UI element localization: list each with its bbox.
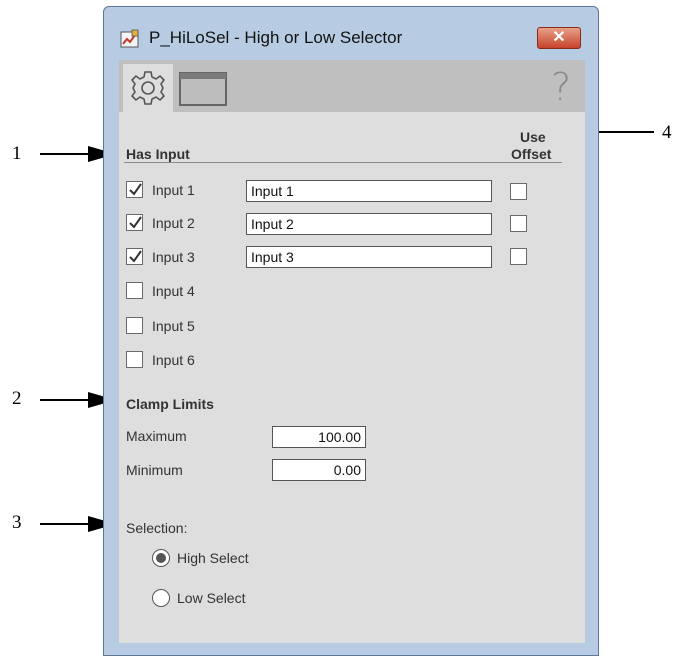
callout-1: 1 [12,143,22,164]
input-3-label: Input 3 [152,249,195,265]
input-5-label: Input 5 [152,318,195,334]
faceplate-window: P_HiLoSel - High or Low Selector ✕ ? Has… [103,6,599,656]
use-offset-3-checkbox[interactable] [510,248,527,265]
checkmark-icon [129,216,142,229]
callout-3-line [40,523,95,525]
gear-icon [130,71,166,105]
checkmark-icon [129,250,142,263]
high-select-radio[interactable] [152,549,170,567]
callout-4: 4 [662,122,672,143]
has-input-2-checkbox[interactable] [126,214,143,231]
has-input-4-checkbox[interactable] [126,282,143,299]
input-6-label: Input 6 [152,352,195,368]
radio-selected-dot [156,553,166,563]
callout-3: 3 [12,512,22,533]
use-offset-1-checkbox[interactable] [510,183,527,200]
has-input-3-checkbox[interactable] [126,248,143,265]
window-title: P_HiLoSel - High or Low Selector [149,28,403,47]
high-select-label: High Select [177,550,249,566]
has-input-6-checkbox[interactable] [126,351,143,368]
checkmark-icon [129,183,142,196]
input-1-description-field[interactable]: Input 1 [246,180,492,202]
tab-configuration[interactable] [123,64,173,112]
minimum-label: Minimum [126,462,183,478]
use-offset-2-checkbox[interactable] [510,215,527,232]
input-1-label: Input 1 [152,182,195,198]
input-2-label: Input 2 [152,215,195,231]
input-3-description-field[interactable]: Input 3 [246,246,492,268]
config-panel: Has Input Use Offset Input 1 Input 1 Inp… [119,112,585,643]
maximum-label: Maximum [126,428,187,444]
low-select-radio[interactable] [152,589,170,607]
has-input-1-checkbox[interactable] [126,181,143,198]
callout-2-line [40,399,95,401]
low-select-label: Low Select [177,590,246,606]
window-icon [179,72,227,106]
has-input-header: Has Input [126,146,190,162]
input-4-label: Input 4 [152,283,195,299]
tab-faceplate[interactable] [179,72,227,111]
has-input-5-checkbox[interactable] [126,317,143,334]
callout-1-line [40,153,95,155]
use-offset-header-line1: Use [520,129,546,145]
help-icon[interactable]: ? [551,65,571,109]
callout-2: 2 [12,388,22,409]
selection-label: Selection: [126,520,188,536]
toolbar: ? [119,60,585,112]
close-button[interactable]: ✕ [537,27,581,49]
clamp-limits-header: Clamp Limits [126,396,214,412]
use-offset-header-line2: Offset [511,146,552,162]
input-2-description-field[interactable]: Input 2 [246,213,492,235]
minimum-field[interactable]: 0.00 [272,459,366,481]
app-icon [120,29,139,48]
maximum-field[interactable]: 100.00 [272,426,366,448]
header-divider [124,162,562,163]
